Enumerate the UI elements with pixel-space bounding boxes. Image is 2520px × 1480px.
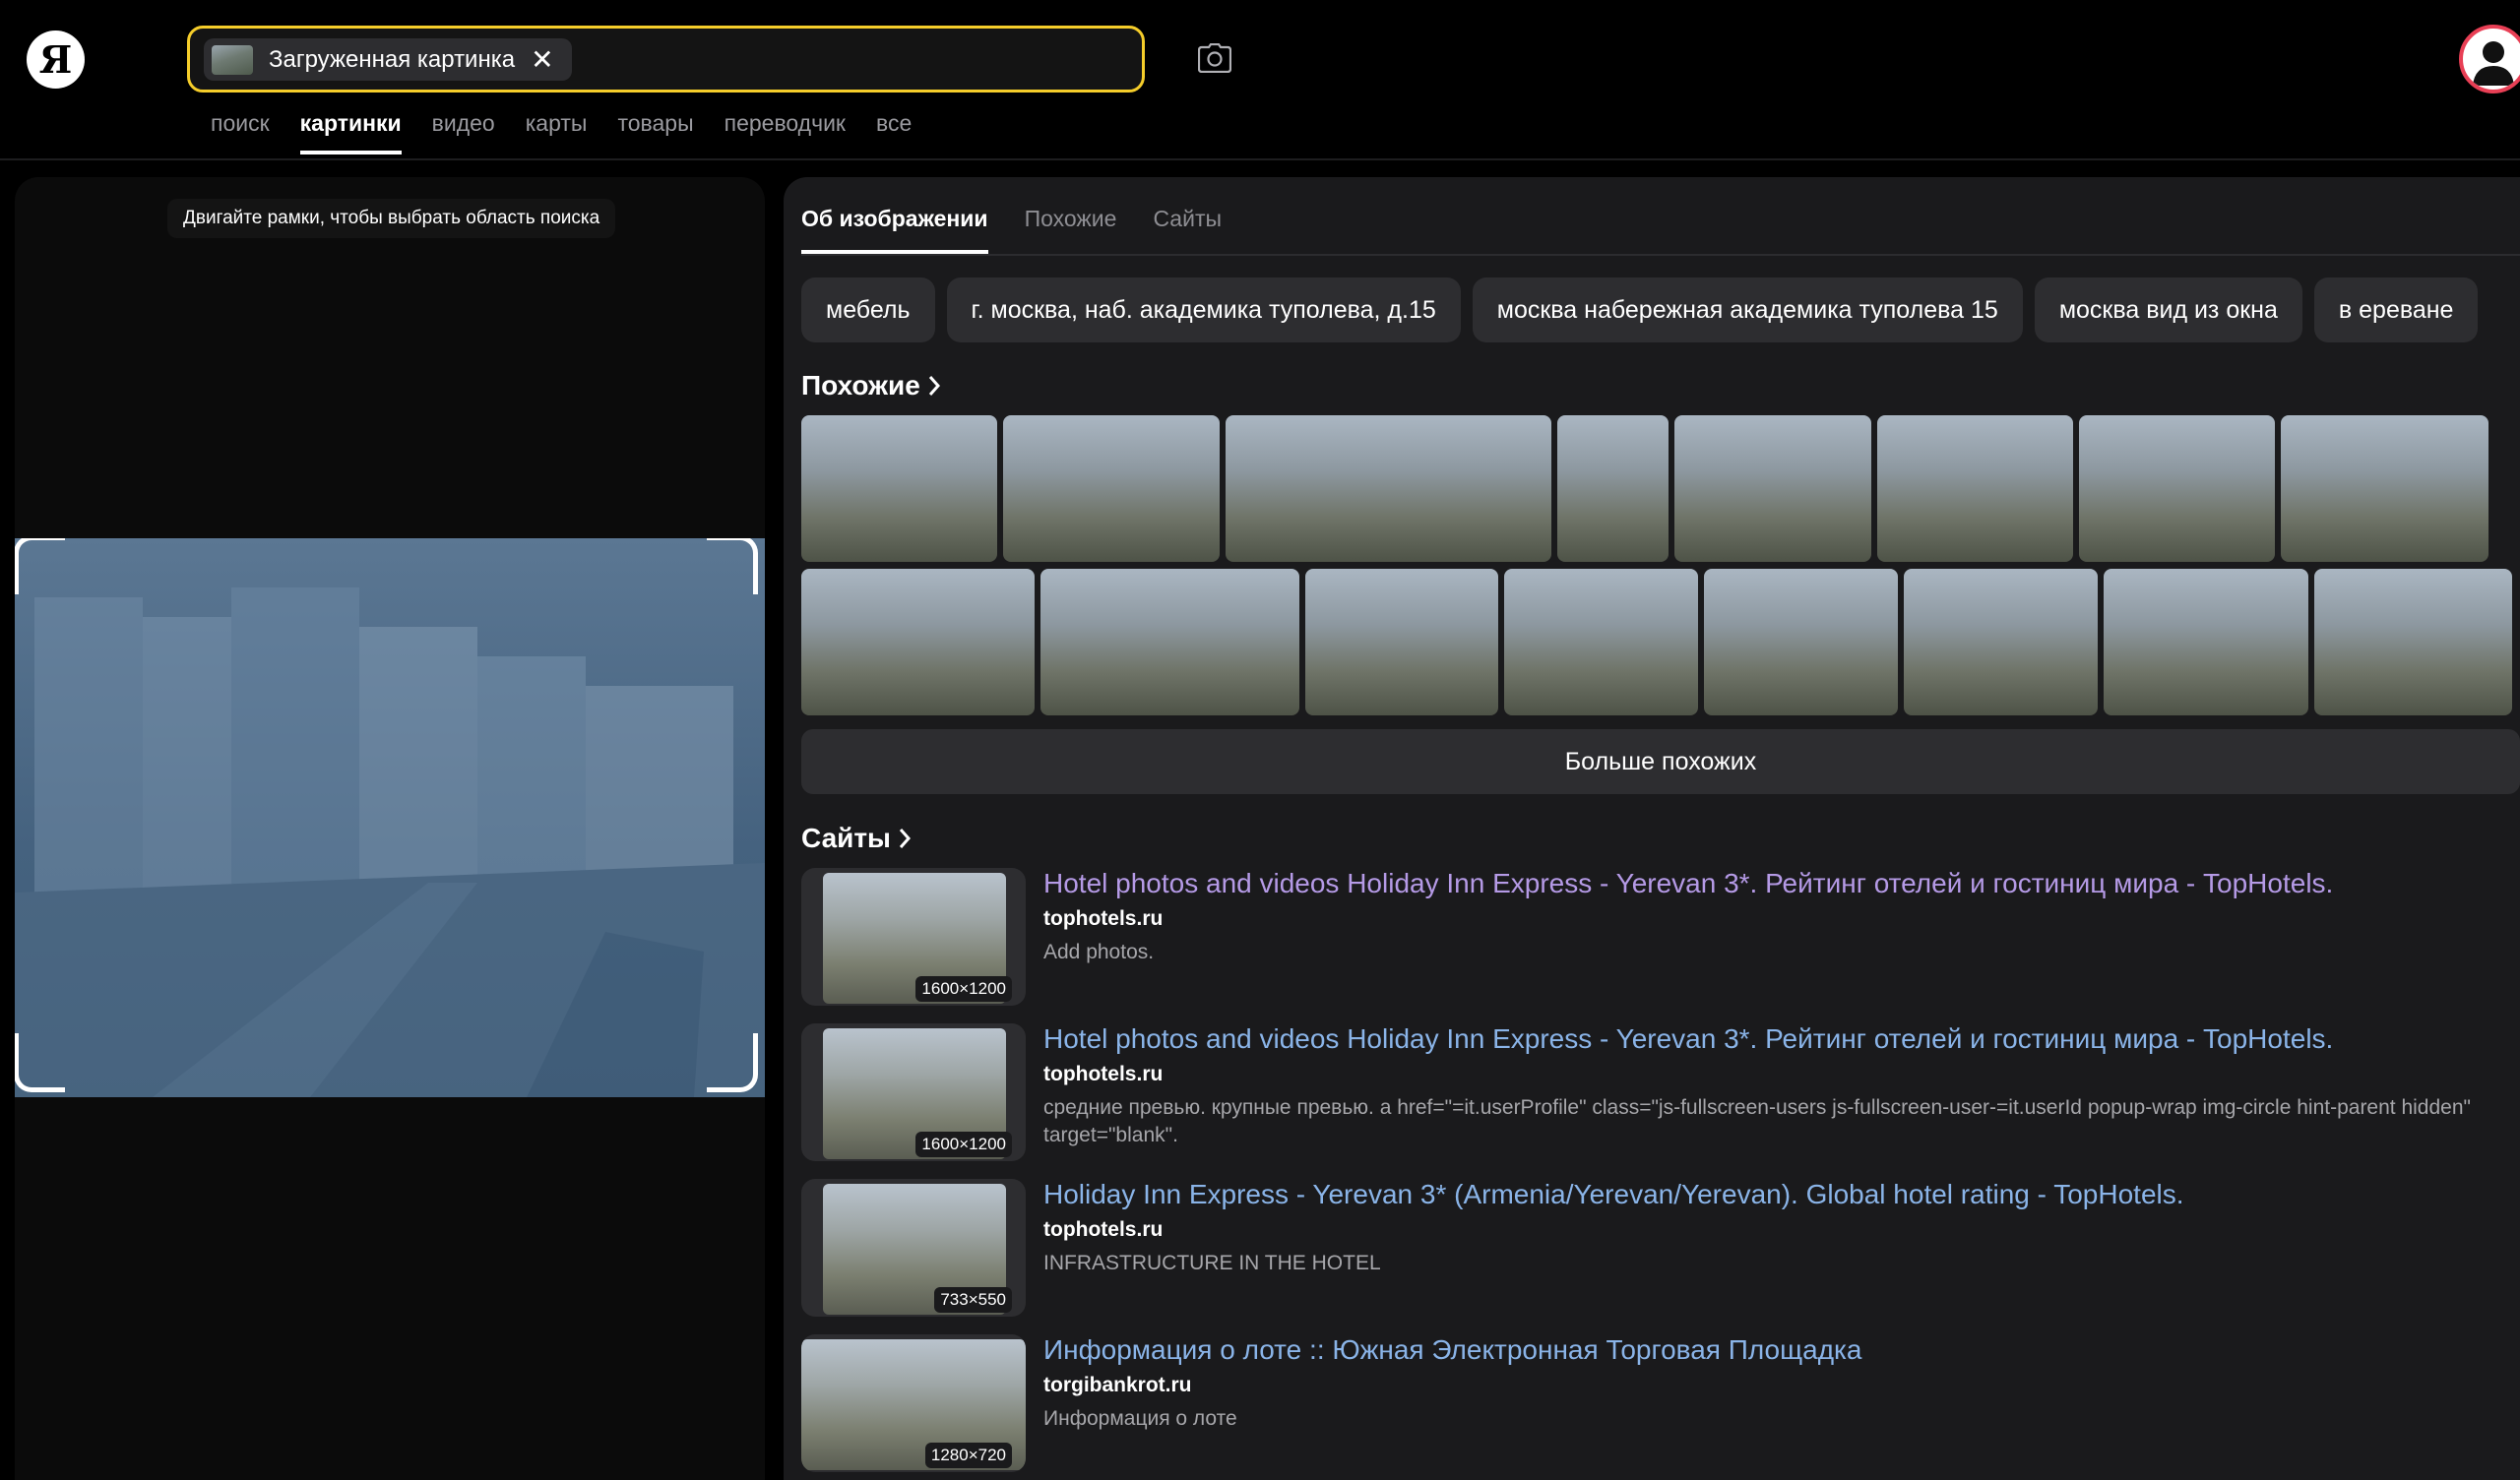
similar-image-thumbnail[interactable]: [1226, 415, 1551, 562]
site-result: 1600×1200 Hotel photos and videos Holida…: [801, 1023, 2520, 1161]
sites-title-label: Сайты: [801, 823, 891, 853]
tab-similar[interactable]: Похожие: [1025, 177, 1117, 254]
crop-handle-bottom-left[interactable]: [15, 1033, 65, 1092]
results-panel: Об изображении Похожие Сайты мебель г. м…: [784, 177, 2520, 1480]
camera-icon[interactable]: [1194, 37, 1235, 79]
similar-image-thumbnail[interactable]: [2104, 569, 2308, 715]
uploaded-image-thumbnail: [212, 44, 253, 75]
image-size-badge: 1600×1200: [915, 1132, 1012, 1157]
nav-translator[interactable]: переводчик: [724, 110, 846, 154]
similar-image-thumbnail[interactable]: [1877, 415, 2073, 562]
image-size-badge: 1280×720: [924, 1443, 1012, 1468]
similar-title-label: Похожие: [801, 370, 920, 401]
nav-all[interactable]: все: [876, 110, 912, 154]
site-result-thumbnail[interactable]: 1280×720: [801, 1334, 1026, 1472]
site-result-description: INFRASTRUCTURE IN THE HOTEL: [1043, 1252, 1381, 1274]
sites-section-title[interactable]: Сайты: [801, 823, 911, 854]
tag-chip[interactable]: в ереване: [2313, 278, 2479, 342]
uploaded-image-preview: [15, 587, 765, 1097]
nav-video[interactable]: видео: [432, 110, 495, 154]
similar-image-thumbnail[interactable]: [1504, 569, 1698, 715]
similar-image-thumbnail[interactable]: [801, 569, 1035, 715]
crop-handle-bottom-right[interactable]: [707, 1033, 758, 1092]
nav-search[interactable]: поиск: [211, 110, 270, 154]
tag-list: мебель г. москва, наб. академика туполев…: [801, 278, 2489, 342]
tag-chip[interactable]: москва набережная академика туполева 15: [1472, 278, 2023, 342]
similar-image-thumbnail[interactable]: [801, 415, 997, 562]
site-result-title[interactable]: Информация о лоте :: Южная Электронная Т…: [1043, 1334, 1861, 1366]
uploaded-image-label: Загруженная картинка: [269, 45, 516, 73]
similar-image-thumbnail[interactable]: [2079, 415, 2275, 562]
similar-image-thumbnail[interactable]: [1003, 415, 1220, 562]
image-size-badge: 1600×1200: [915, 976, 1012, 1002]
uploaded-image-chip[interactable]: Загруженная картинка ✕: [204, 38, 572, 81]
site-result-thumbnail[interactable]: 1600×1200: [801, 868, 1026, 1006]
site-result-domain[interactable]: tophotels.ru: [1043, 907, 1163, 931]
close-icon[interactable]: ✕: [531, 45, 553, 74]
site-result-description: Информация о лоте: [1043, 1407, 1237, 1430]
site-result: 733×550 Holiday Inn Express - Yerevan 3*…: [801, 1179, 2520, 1317]
tag-chip[interactable]: мебель: [801, 278, 935, 342]
similar-image-thumbnail[interactable]: [1674, 415, 1871, 562]
site-result-thumbnail[interactable]: 1600×1200: [801, 1023, 1026, 1161]
similar-image-thumbnail[interactable]: [1305, 569, 1498, 715]
similar-image-thumbnail[interactable]: [1904, 569, 2098, 715]
crop-handle-top-left[interactable]: [15, 538, 65, 594]
search-box[interactable]: Загруженная картинка ✕: [187, 26, 1145, 92]
site-result-description: Add photos.: [1043, 941, 1155, 963]
site-result-title[interactable]: Hotel photos and videos Holiday Inn Expr…: [1043, 1023, 2333, 1055]
tag-chip[interactable]: москва вид из окна: [2034, 278, 2302, 342]
similar-image-thumbnail[interactable]: [2314, 569, 2512, 715]
similar-image-thumbnail[interactable]: [1704, 569, 1898, 715]
crop-handle-top-right[interactable]: [707, 538, 758, 594]
similar-images-row: [801, 415, 2494, 562]
header: Я Загруженная картинка ✕ поиск картинки …: [0, 0, 2520, 160]
site-result-thumbnail[interactable]: 733×550: [801, 1179, 1026, 1317]
site-result: 1600×1200 Hotel photos and videos Holida…: [801, 868, 2520, 1006]
site-result-domain[interactable]: torgibankrot.ru: [1043, 1374, 1192, 1397]
more-similar-button[interactable]: Больше похожих: [801, 729, 2520, 794]
site-result-domain[interactable]: tophotels.ru: [1043, 1063, 1163, 1086]
yandex-logo[interactable]: Я: [27, 31, 85, 89]
similar-images-row: [801, 569, 2518, 715]
nav-products[interactable]: товары: [617, 110, 693, 154]
tag-chip[interactable]: г. москва, наб. академика туполева, д.15: [946, 278, 1461, 342]
similar-image-thumbnail[interactable]: [1040, 569, 1299, 715]
chevron-right-icon: [928, 376, 940, 396]
site-result-description: средние превью. крупные превью. a href="…: [1043, 1096, 2471, 1146]
tab-sites[interactable]: Сайты: [1153, 177, 1222, 254]
site-result-domain[interactable]: tophotels.ru: [1043, 1218, 1163, 1242]
image-preview-panel: Двигайте рамки, чтобы выбрать область по…: [15, 177, 765, 1480]
chevron-right-icon: [899, 829, 911, 848]
search-type-nav: поиск картинки видео карты товары перево…: [211, 110, 942, 154]
nav-images[interactable]: картинки: [299, 110, 402, 154]
image-size-badge: 733×550: [934, 1287, 1012, 1313]
similar-image-thumbnail[interactable]: [2281, 415, 2488, 562]
results-tabs: Об изображении Похожие Сайты: [801, 177, 2520, 256]
tab-about-image[interactable]: Об изображении: [801, 177, 988, 254]
crop-hint: Двигайте рамки, чтобы выбрать область по…: [167, 199, 616, 238]
user-avatar-icon[interactable]: [2459, 25, 2520, 93]
similar-image-thumbnail[interactable]: [1557, 415, 1669, 562]
similar-section-title[interactable]: Похожие: [801, 370, 940, 401]
site-result-title[interactable]: Hotel photos and videos Holiday Inn Expr…: [1043, 868, 2333, 899]
selected-image-area[interactable]: [15, 538, 765, 1097]
site-result-title[interactable]: Holiday Inn Express - Yerevan 3* (Armeni…: [1043, 1179, 2184, 1210]
site-result: 1280×720 Информация о лоте :: Южная Элек…: [801, 1334, 2520, 1472]
nav-maps[interactable]: карты: [526, 110, 588, 154]
